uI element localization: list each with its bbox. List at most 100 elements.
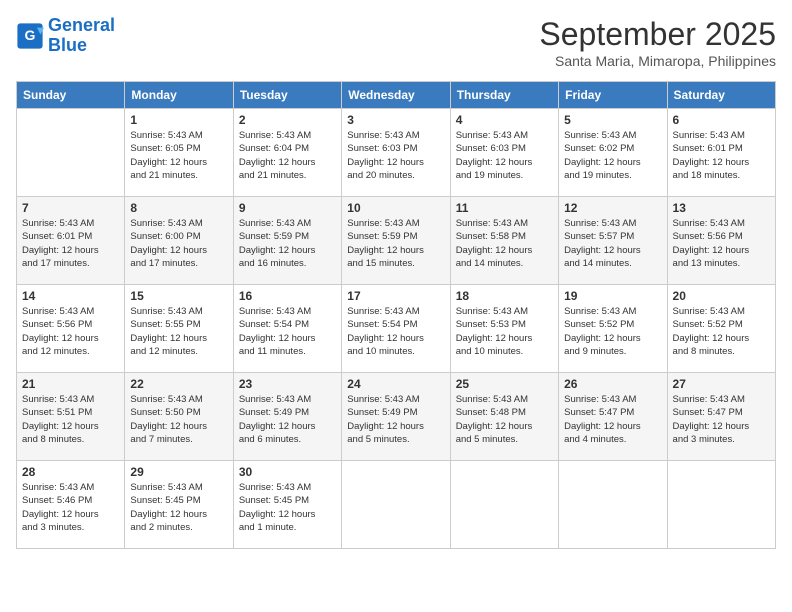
day-info: Sunrise: 5:43 AM Sunset: 5:49 PM Dayligh… <box>239 393 336 446</box>
calendar-week-row: 7 Sunrise: 5:43 AM Sunset: 6:01 PM Daylig… <box>17 197 776 285</box>
day-number: 27 <box>673 377 770 391</box>
calendar-day-cell: 30 Sunrise: 5:43 AM Sunset: 5:45 PM Dayli… <box>233 461 341 549</box>
day-number: 13 <box>673 201 770 215</box>
calendar-day-cell: 9Sunrise: 5:43 AM Sunset: 5:59 PM Daylig… <box>233 197 341 285</box>
logo-line1: General <box>48 15 115 35</box>
calendar-table: SundayMondayTuesdayWednesdayThursdayFrid… <box>16 81 776 549</box>
day-number: 8 <box>130 201 227 215</box>
day-number: 30 <box>239 465 336 479</box>
weekday-header-thursday: Thursday <box>450 82 558 109</box>
calendar-week-row: 21 Sunrise: 5:43 AM Sunset: 5:51 PM Dayli… <box>17 373 776 461</box>
day-info: Sunrise: 5:43 AM Sunset: 6:05 PM Dayligh… <box>130 129 227 182</box>
day-number: 18 <box>456 289 553 303</box>
day-number: 4 <box>456 113 553 127</box>
weekday-header-sunday: Sunday <box>17 82 125 109</box>
day-number: 14 <box>22 289 119 303</box>
calendar-day-cell: 12 Sunrise: 5:43 AM Sunset: 5:57 PM Dayli… <box>559 197 667 285</box>
logo-line2: Blue <box>48 36 115 56</box>
calendar-day-cell: 11Sunrise: 5:43 AM Sunset: 5:58 PM Dayli… <box>450 197 558 285</box>
calendar-day-cell: 13 Sunrise: 5:43 AM Sunset: 5:56 PM Dayli… <box>667 197 775 285</box>
calendar-day-cell: 7 Sunrise: 5:43 AM Sunset: 6:01 PM Daylig… <box>17 197 125 285</box>
page-header: G General Blue September 2025 Santa Mari… <box>16 16 776 69</box>
calendar-day-cell: 28Sunrise: 5:43 AM Sunset: 5:46 PM Dayli… <box>17 461 125 549</box>
calendar-day-cell: 20 Sunrise: 5:43 AM Sunset: 5:52 PM Dayli… <box>667 285 775 373</box>
day-info: Sunrise: 5:43 AM Sunset: 5:55 PM Dayligh… <box>130 305 227 358</box>
day-info: Sunrise: 5:43 AM Sunset: 5:59 PM Dayligh… <box>347 217 444 270</box>
svg-text:G: G <box>25 27 36 43</box>
calendar-day-cell: 21 Sunrise: 5:43 AM Sunset: 5:51 PM Dayli… <box>17 373 125 461</box>
weekday-header-row: SundayMondayTuesdayWednesdayThursdayFrid… <box>17 82 776 109</box>
calendar-day-cell: 16Sunrise: 5:43 AM Sunset: 5:54 PM Dayli… <box>233 285 341 373</box>
day-info: Sunrise: 5:43 AM Sunset: 5:52 PM Dayligh… <box>673 305 770 358</box>
day-number: 3 <box>347 113 444 127</box>
day-info: Sunrise: 5:43 AM Sunset: 6:02 PM Dayligh… <box>564 129 661 182</box>
calendar-day-cell: 19 Sunrise: 5:43 AM Sunset: 5:52 PM Dayli… <box>559 285 667 373</box>
logo-text: General Blue <box>48 16 115 56</box>
day-number: 5 <box>564 113 661 127</box>
day-number: 15 <box>130 289 227 303</box>
day-number: 25 <box>456 377 553 391</box>
day-info: Sunrise: 5:43 AM Sunset: 5:56 PM Dayligh… <box>22 305 119 358</box>
calendar-day-cell: 26Sunrise: 5:43 AM Sunset: 5:47 PM Dayli… <box>559 373 667 461</box>
day-info: Sunrise: 5:43 AM Sunset: 5:46 PM Dayligh… <box>22 481 119 534</box>
day-info: Sunrise: 5:43 AM Sunset: 6:03 PM Dayligh… <box>347 129 444 182</box>
calendar-day-cell: 27 Sunrise: 5:43 AM Sunset: 5:47 PM Dayli… <box>667 373 775 461</box>
day-info: Sunrise: 5:43 AM Sunset: 5:58 PM Dayligh… <box>456 217 553 270</box>
logo-icon: G <box>16 22 44 50</box>
day-number: 6 <box>673 113 770 127</box>
day-info: Sunrise: 5:43 AM Sunset: 5:47 PM Dayligh… <box>673 393 770 446</box>
day-info: Sunrise: 5:43 AM Sunset: 6:01 PM Dayligh… <box>673 129 770 182</box>
calendar-day-cell: 2Sunrise: 5:43 AM Sunset: 6:04 PM Daylig… <box>233 109 341 197</box>
calendar-day-cell: 4 Sunrise: 5:43 AM Sunset: 6:03 PM Daylig… <box>450 109 558 197</box>
calendar-day-cell: 5 Sunrise: 5:43 AM Sunset: 6:02 PM Daylig… <box>559 109 667 197</box>
day-number: 21 <box>22 377 119 391</box>
day-info: Sunrise: 5:43 AM Sunset: 5:50 PM Dayligh… <box>130 393 227 446</box>
weekday-header-tuesday: Tuesday <box>233 82 341 109</box>
calendar-day-cell: 3 Sunrise: 5:43 AM Sunset: 6:03 PM Daylig… <box>342 109 450 197</box>
calendar-day-cell: 24 Sunrise: 5:43 AM Sunset: 5:49 PM Dayli… <box>342 373 450 461</box>
day-number: 20 <box>673 289 770 303</box>
logo: G General Blue <box>16 16 115 56</box>
day-info: Sunrise: 5:43 AM Sunset: 6:03 PM Dayligh… <box>456 129 553 182</box>
day-number: 22 <box>130 377 227 391</box>
day-number: 26 <box>564 377 661 391</box>
day-info: Sunrise: 5:43 AM Sunset: 6:00 PM Dayligh… <box>130 217 227 270</box>
calendar-week-row: 1 Sunrise: 5:43 AM Sunset: 6:05 PM Daylig… <box>17 109 776 197</box>
day-info: Sunrise: 5:43 AM Sunset: 5:56 PM Dayligh… <box>673 217 770 270</box>
day-number: 24 <box>347 377 444 391</box>
day-number: 12 <box>564 201 661 215</box>
calendar-day-cell: 29 Sunrise: 5:43 AM Sunset: 5:45 PM Dayli… <box>125 461 233 549</box>
location-subtitle: Santa Maria, Mimaropa, Philippines <box>539 53 776 69</box>
day-info: Sunrise: 5:43 AM Sunset: 5:48 PM Dayligh… <box>456 393 553 446</box>
calendar-day-cell <box>17 109 125 197</box>
calendar-day-cell: 14 Sunrise: 5:43 AM Sunset: 5:56 PM Dayli… <box>17 285 125 373</box>
title-block: September 2025 Santa Maria, Mimaropa, Ph… <box>539 16 776 69</box>
day-info: Sunrise: 5:43 AM Sunset: 6:04 PM Dayligh… <box>239 129 336 182</box>
day-number: 29 <box>130 465 227 479</box>
weekday-header-friday: Friday <box>559 82 667 109</box>
day-number: 19 <box>564 289 661 303</box>
calendar-day-cell: 18Sunrise: 5:43 AM Sunset: 5:53 PM Dayli… <box>450 285 558 373</box>
day-info: Sunrise: 5:43 AM Sunset: 5:57 PM Dayligh… <box>564 217 661 270</box>
day-info: Sunrise: 5:43 AM Sunset: 5:45 PM Dayligh… <box>239 481 336 534</box>
day-info: Sunrise: 5:43 AM Sunset: 5:45 PM Dayligh… <box>130 481 227 534</box>
calendar-day-cell <box>559 461 667 549</box>
day-info: Sunrise: 5:43 AM Sunset: 5:52 PM Dayligh… <box>564 305 661 358</box>
calendar-day-cell: 6 Sunrise: 5:43 AM Sunset: 6:01 PM Daylig… <box>667 109 775 197</box>
day-number: 7 <box>22 201 119 215</box>
day-number: 1 <box>130 113 227 127</box>
calendar-day-cell: 17Sunrise: 5:43 AM Sunset: 5:54 PM Dayli… <box>342 285 450 373</box>
day-info: Sunrise: 5:43 AM Sunset: 6:01 PM Dayligh… <box>22 217 119 270</box>
calendar-day-cell: 15 Sunrise: 5:43 AM Sunset: 5:55 PM Dayli… <box>125 285 233 373</box>
calendar-day-cell <box>342 461 450 549</box>
calendar-week-row: 14 Sunrise: 5:43 AM Sunset: 5:56 PM Dayli… <box>17 285 776 373</box>
day-number: 23 <box>239 377 336 391</box>
weekday-header-wednesday: Wednesday <box>342 82 450 109</box>
day-number: 10 <box>347 201 444 215</box>
day-info: Sunrise: 5:43 AM Sunset: 5:51 PM Dayligh… <box>22 393 119 446</box>
calendar-day-cell: 10 Sunrise: 5:43 AM Sunset: 5:59 PM Dayli… <box>342 197 450 285</box>
calendar-week-row: 28Sunrise: 5:43 AM Sunset: 5:46 PM Dayli… <box>17 461 776 549</box>
calendar-day-cell: 23 Sunrise: 5:43 AM Sunset: 5:49 PM Dayli… <box>233 373 341 461</box>
day-info: Sunrise: 5:43 AM Sunset: 5:49 PM Dayligh… <box>347 393 444 446</box>
calendar-day-cell <box>450 461 558 549</box>
